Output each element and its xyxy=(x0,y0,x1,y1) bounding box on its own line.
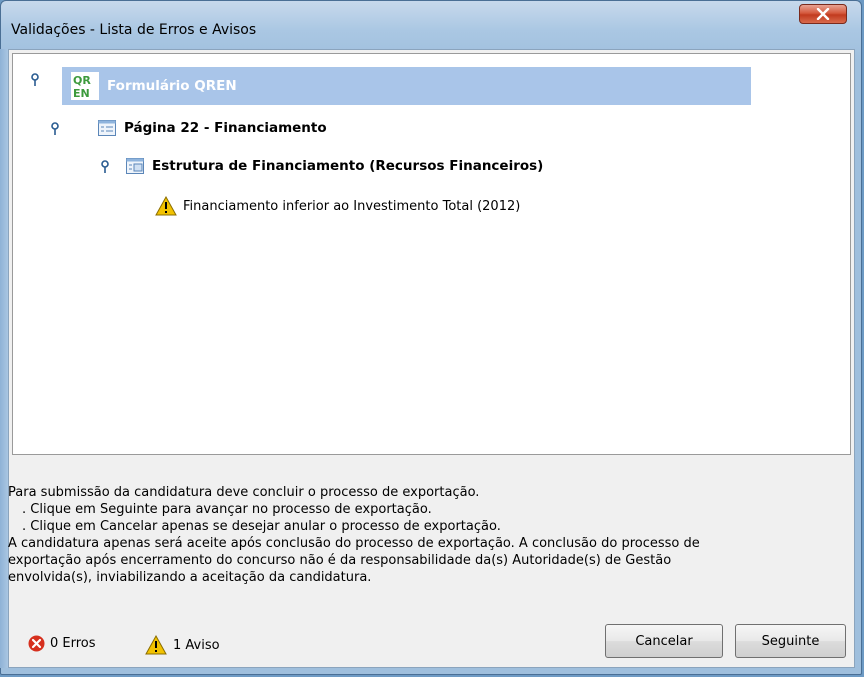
close-icon xyxy=(816,8,830,20)
close-button[interactable] xyxy=(799,4,847,24)
instruction-line: envolvida(s), inviabilizando a aceitação… xyxy=(8,570,372,585)
tree-node-root-label: Formulário QREN xyxy=(107,78,237,94)
instruction-line: A candidatura apenas será aceite após co… xyxy=(8,536,700,551)
window-title: Validações - Lista de Erros e Avisos xyxy=(11,22,257,38)
svg-text:QR: QR xyxy=(73,74,91,87)
validation-tree[interactable]: QR EN Formulário QREN Página 22 - Financ… xyxy=(12,53,851,455)
pin-icon[interactable] xyxy=(100,160,110,174)
tree-node-root[interactable]: QR EN Formulário QREN xyxy=(62,67,751,105)
window-left-border xyxy=(0,49,8,668)
error-icon xyxy=(28,635,45,652)
tree-node-section[interactable]: Estrutura de Financiamento (Recursos Fin… xyxy=(126,154,543,178)
tree-node-warning-label: Financiamento inferior ao Investimento T… xyxy=(183,198,521,214)
instruction-line: Para submissão da candidatura deve concl… xyxy=(8,485,480,500)
warning-count-label: 1 Aviso xyxy=(173,637,220,653)
pin-icon[interactable] xyxy=(30,73,40,87)
svg-text:EN: EN xyxy=(73,87,90,100)
page-icon xyxy=(98,120,116,136)
tree-node-warning[interactable]: Financiamento inferior ao Investimento T… xyxy=(155,194,520,218)
cancel-button[interactable]: Cancelar xyxy=(605,624,723,658)
instruction-line: . Clique em Seguinte para avançar no pro… xyxy=(22,502,432,517)
warning-icon xyxy=(145,635,167,655)
form-section-icon xyxy=(126,158,144,174)
tree-node-page[interactable]: Página 22 - Financiamento xyxy=(98,116,327,140)
tree-node-section-label: Estrutura de Financiamento (Recursos Fin… xyxy=(152,158,544,174)
instruction-line: . Clique em Cancelar apenas se desejar a… xyxy=(22,519,501,534)
instruction-line: exportação após encerramento do concurso… xyxy=(8,553,672,568)
dialog-client-area: QR EN Formulário QREN Página 22 - Financ… xyxy=(8,49,855,668)
warning-count: 1 Aviso xyxy=(145,635,220,655)
error-count: 0 Erros xyxy=(28,635,96,652)
instructions-text: Para submissão da candidatura deve concl… xyxy=(8,484,838,586)
next-button[interactable]: Seguinte xyxy=(735,624,846,658)
error-count-label: 0 Erros xyxy=(50,636,96,651)
qren-logo: QR EN xyxy=(71,72,99,100)
tree-node-page-label: Página 22 - Financiamento xyxy=(124,120,327,136)
warning-icon xyxy=(155,196,177,216)
pin-icon[interactable] xyxy=(50,122,60,136)
